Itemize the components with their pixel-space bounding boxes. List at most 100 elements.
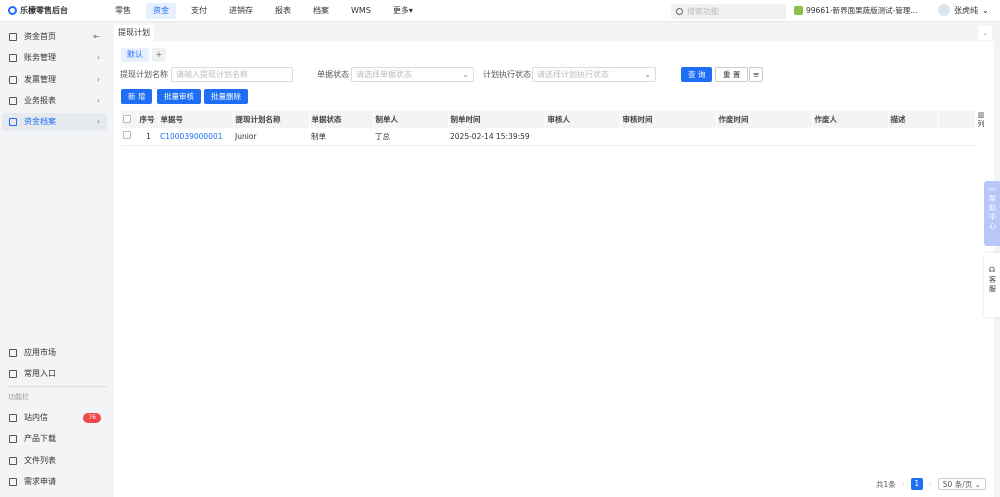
sidebar-item[interactable]: 发票管理 › [2, 71, 107, 89]
customer-service-button[interactable]: ☊ 客服 [984, 253, 1000, 317]
nav-item[interactable]: 零售 [108, 3, 138, 19]
menu-icon [9, 349, 17, 357]
exec-status-select[interactable]: 请选择计划执行状态 ⌄ [532, 67, 656, 82]
view-chip-default[interactable]: 默认 [121, 48, 149, 62]
nav-item[interactable]: 更多▾ [386, 3, 420, 19]
avatar [938, 4, 950, 16]
nav-item[interactable]: 报表 [268, 3, 298, 19]
expand-filter-button[interactable]: ≡ [749, 67, 764, 82]
column-header: 制单人 [373, 111, 449, 128]
column-header: 单据状态 [309, 111, 374, 128]
sidebar: 功能栏 资金首页 ⇤ 账务管理 › 发票管理 › 业务报表 › 资金档案 › 应用市场 常用入口 站内信… [0, 23, 113, 497]
columns-icon: ▥ [977, 111, 985, 119]
menu-icon [9, 76, 17, 84]
name-label: 提现计划名称 [120, 70, 168, 79]
sidebar-item[interactable]: 需求申请 [2, 473, 107, 491]
column-header: 作废时间 [716, 111, 813, 128]
chevron-right-icon: › [96, 75, 100, 84]
nav-item[interactable]: WMS [344, 3, 378, 19]
sidebar-item-label: 站内信 [24, 413, 48, 422]
batch-audit-button[interactable]: 批量审核 [157, 89, 201, 104]
table-cell: 1 [137, 128, 158, 146]
table-cell [888, 128, 938, 146]
menu-icon [9, 54, 17, 62]
next-page-button[interactable]: › [929, 480, 932, 489]
nav-item[interactable]: 进销存 [222, 3, 260, 19]
search-input[interactable]: 搜索功能 [671, 4, 786, 19]
menu-icon [9, 414, 17, 422]
tab-withdraw-plan[interactable]: 提现计划 [114, 25, 154, 41]
table-cell [620, 128, 716, 146]
column-header: 制单时间 [448, 111, 546, 128]
column-header: 描述 [888, 111, 939, 128]
help-label: 帮助中心 [988, 195, 997, 231]
row-checkbox-cell[interactable] [121, 128, 137, 146]
column-header: 审核时间 [620, 111, 717, 128]
sidebar-item-label: 发票管理 [24, 75, 56, 84]
add-view-button[interactable]: + [152, 48, 166, 62]
store-selector[interactable]: 99661-新界面果蔬版测试-管理... [794, 5, 917, 16]
logo: 乐檬零售后台 [8, 5, 68, 16]
checkbox[interactable] [123, 114, 131, 123]
sidebar-item-label: 应用市场 [24, 348, 56, 357]
add-button[interactable]: 新 增 [121, 89, 153, 104]
top-nav: 零售 资金 支付 进销存 报表 档案 WMS 更多▾ [108, 3, 428, 19]
sidebar-item-label: 需求申请 [24, 477, 56, 486]
page-size-select[interactable]: 50 条/页 ⌄ [937, 478, 986, 490]
checkbox[interactable] [123, 131, 131, 140]
status-label: 单据状态 [317, 70, 349, 79]
page-1-button[interactable]: 1 [910, 478, 923, 490]
main-panel: 默认 + 提现计划名称 请输入提现计划名称 单据状态 请选择单据状态 ⌄ 计划执行… [114, 41, 994, 497]
sidebar-item-label: 资金首页 [24, 32, 56, 41]
column-header: 提现计划名称 [233, 111, 310, 128]
query-button[interactable]: 查 询 [681, 67, 713, 82]
sidebar-item-label: 文件列表 [24, 456, 56, 465]
menu-icon [9, 33, 17, 41]
prev-page-button[interactable]: ‹ [902, 480, 905, 489]
table-cell: Junior [233, 128, 309, 146]
table-row[interactable]: 1 C100039000001 Junior 制单 丁总 2025-02-14 15:39… [121, 128, 976, 146]
chevron-right-icon: ⇤ [93, 32, 100, 41]
logo-icon [8, 6, 17, 15]
sidebar-item[interactable]: 常用入口 [2, 365, 107, 383]
select-all-checkbox[interactable] [121, 111, 138, 128]
menu-icon [9, 118, 17, 126]
help-center-button[interactable]: ▭ 帮助中心 [984, 181, 1000, 246]
sidebar-item[interactable]: 产品下载 [2, 430, 107, 448]
column-header-spacer [938, 111, 976, 128]
reset-button[interactable]: 重 置 [715, 67, 749, 82]
plan-name-input[interactable]: 请输入提现计划名称 [171, 67, 293, 82]
sidebar-item[interactable]: 业务报表 › [2, 92, 107, 110]
total-count: 共1条 [876, 479, 896, 489]
sidebar-item[interactable]: 账务管理 › [2, 49, 107, 67]
sidebar-item[interactable]: 文件列表 [2, 452, 107, 470]
column-settings-button[interactable]: ▥ 列 [976, 111, 986, 129]
sidebar-item[interactable]: 应用市场 [2, 344, 107, 362]
status-select[interactable]: 请选择单据状态 ⌄ [351, 67, 474, 82]
nav-item[interactable]: 支付 [184, 3, 214, 19]
nav-item[interactable]: 资金 [146, 3, 176, 19]
tab-bar: 提现计划 [114, 24, 994, 41]
chevron-down-icon: ⌄ [644, 70, 651, 79]
sidebar-item[interactable]: 资金首页 ⇤ [2, 28, 107, 46]
table-cell [716, 128, 812, 146]
chevron-right-icon: › [96, 96, 100, 105]
table-cell: 丁总 [373, 128, 448, 146]
user-menu[interactable]: 张虎纯 ⌄ [938, 4, 989, 16]
menu-icon [9, 370, 17, 378]
doc-number-link[interactable]: C100039000001 [158, 128, 233, 146]
column-header: 单据号 [158, 111, 234, 128]
unread-badge: 76 [83, 413, 101, 423]
store-icon [794, 6, 803, 15]
batch-delete-button[interactable]: 批量删除 [204, 89, 248, 104]
nav-item[interactable]: 档案 [306, 3, 336, 19]
sidebar-item[interactable]: 站内信 76 [2, 409, 107, 427]
sidebar-item[interactable]: 资金档案 › [2, 113, 107, 131]
data-table: 序号 单据号 提现计划名称 单据状态 制单人 制单时间 审核人 审核时间 作废时间 作废人 描述 1 C… [121, 111, 976, 146]
tab-more-button[interactable]: ⌄ [978, 26, 992, 40]
menu-icon [9, 97, 17, 105]
headset-icon: ☊ [988, 266, 996, 274]
column-header: 作废人 [812, 111, 889, 128]
top-bar: 乐檬零售后台 零售 资金 支付 进销存 报表 档案 WMS 更多▾ 搜索功能 99661-新界… [0, 0, 1000, 22]
table-cell: 制单 [309, 128, 373, 146]
